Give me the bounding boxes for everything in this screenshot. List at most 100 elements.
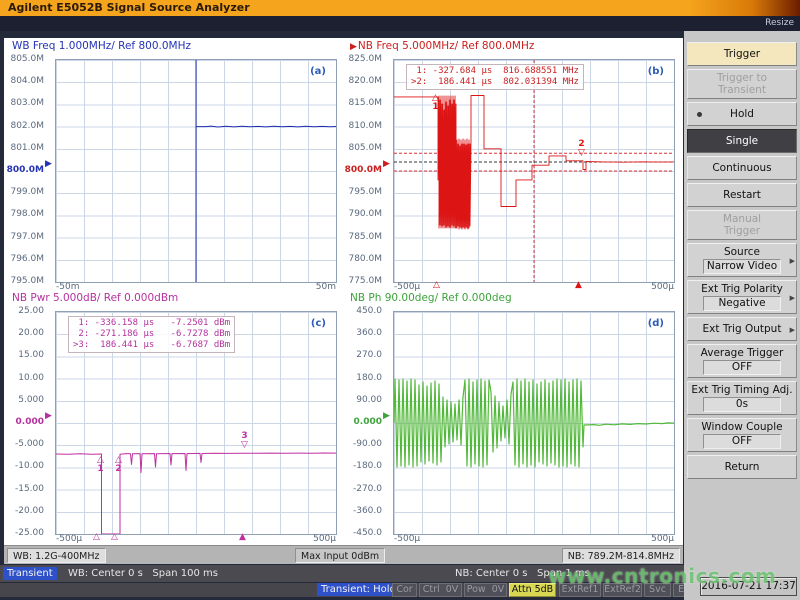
panel-d-title[interactable]: NB Ph 90.00deg/ Ref 0.000deg [350, 292, 512, 304]
marker-readout-line: >3: 186.441 µs -6.7687 dBm [73, 340, 230, 350]
window-title: Agilent E5052B Signal Source Analyzer [0, 0, 800, 16]
manual-trigger-button[interactable]: Manual Trigger [687, 210, 797, 240]
y-ref-label: 0.000 [342, 417, 382, 427]
marker-number: 2 [115, 465, 121, 474]
nb-range-label: NB: 789.2M-814.8MHz [562, 548, 680, 563]
extref1-indicator: ExtRef1 [559, 583, 601, 597]
softkey-label: Return [725, 461, 760, 473]
y-tick-label: 270.0 [342, 350, 382, 360]
softkey-label: Trigger [724, 225, 760, 237]
y-tick-label: 796.0M [4, 254, 44, 264]
ref-arrow-icon: ▶ [383, 159, 390, 170]
transient-hold-badge: Transient: Hold [317, 583, 400, 596]
y-tick-label: 815.0M [342, 98, 382, 108]
softkey-label: Hold [730, 108, 754, 120]
y-tick-label: -25.00 [4, 528, 44, 538]
marker-readout-line: 1: -336.158 µs -7.2501 dBm [73, 318, 230, 328]
marker-number: 1 [432, 103, 438, 112]
marker-readout: 1: -336.158 µs -7.2501 dBm 2: -271.186 µ… [68, 316, 235, 353]
ref-arrow-icon: ▶ [45, 411, 52, 422]
submenu-arrow-icon: ▶ [790, 324, 795, 336]
marker-number: 1 [97, 465, 103, 474]
y-tick-label: -20.00 [4, 506, 44, 516]
restart-button[interactable]: Restart [687, 183, 797, 207]
marker-axis-icon: △ [433, 280, 440, 290]
marker-3-flag: 3 ▽ [241, 432, 248, 450]
softkey-value: OFF [703, 360, 781, 375]
marker-1-flag: △ 1 [97, 456, 104, 474]
panel-b-title[interactable]: ▶NB Freq 5.000MHz/ Ref 800.0MHz [350, 40, 534, 52]
y-tick-label: 798.0M [4, 209, 44, 219]
submenu-arrow-icon: ▶ [790, 255, 795, 267]
window-couple-button[interactable]: Window Couple OFF [687, 418, 797, 452]
ext-trig-output-button[interactable]: Ext Trig Output ▶ [687, 317, 797, 341]
x-tick-label: -500µ [56, 534, 82, 544]
marker-2-flag: 2 ▽ [578, 140, 585, 158]
marker-readout-line: 2: -271.186 µs -6.7278 dBm [73, 329, 230, 339]
marker-axis-icon: ▲ [239, 532, 246, 542]
return-button[interactable]: Return [687, 455, 797, 479]
resize-button[interactable]: Resize [765, 18, 794, 28]
plot-area-d: (d) [393, 311, 675, 535]
y-tick-label: 825.0M [342, 54, 382, 64]
y-tick-label: 785.0M [342, 232, 382, 242]
panel-a-title[interactable]: WB Freq 1.000MHz/ Ref 800.0MHz [12, 40, 191, 52]
active-trace-arrow-icon: ▶ [350, 42, 357, 52]
y-tick-label: 15.00 [4, 350, 44, 360]
softkey-label: Trigger [724, 48, 760, 60]
marker-1-flag: △ 1 [432, 94, 439, 112]
trigger-to-transient-button[interactable]: Trigger to Transient [687, 69, 797, 99]
y-tick-label: 820.0M [342, 76, 382, 86]
panel-a-y-axis: 805.0M 804.0M 803.0M 802.0M 801.0M 800.0… [4, 59, 54, 281]
panel-a-corner-label: (a) [310, 66, 326, 77]
softkey-value: 0s [703, 397, 781, 412]
band-status-bar: WB: 1.2G-400MHz Max Input 0dBm NB: 789.2… [4, 545, 683, 564]
panel-c-corner-label: (c) [311, 318, 326, 329]
marker-axis-icon: △ [111, 532, 118, 542]
hold-button[interactable]: Hold [687, 102, 797, 126]
marker-axis-icon: ▲ [575, 280, 582, 290]
marker-readout-line: 1: -327.684 µs 816.688551 MHz [411, 66, 579, 76]
softkey-menu: Trigger Trigger to Transient Hold Single… [684, 31, 800, 600]
softkey-label: Continuous [712, 162, 771, 174]
y-ref-label: 800.0M [4, 165, 44, 175]
pow-indicator: Pow 0V [464, 583, 507, 597]
instrument-status-bar: Transient: Hold Cor Ctrl 0V Pow 0V Attn … [0, 583, 699, 597]
marker-axis-icon: △ [93, 532, 100, 542]
sweep-status-bar: Transient WB: Center 0 s Span 100 ms NB:… [0, 565, 684, 582]
softkey-label: Average Trigger [701, 347, 784, 359]
softkey-label: Ext Trig Timing Adj. [691, 384, 792, 396]
source-button[interactable]: Source Narrow Video ▶ [687, 243, 797, 277]
wb-range-label: WB: 1.2G-400MHz [7, 548, 106, 563]
ext-trig-polarity-button[interactable]: Ext Trig Polarity Negative ▶ [687, 280, 797, 314]
ext-trig-timing-adj-button[interactable]: Ext Trig Timing Adj. 0s [687, 381, 797, 415]
softkey-value: OFF [703, 434, 781, 449]
y-tick-label: 795.0M [4, 276, 44, 286]
softkey-label: Single [726, 135, 758, 147]
softkey-label: Manual [723, 213, 761, 225]
y-tick-label: 790.0M [342, 209, 382, 219]
single-button[interactable]: Single [687, 129, 797, 153]
y-tick-label: 780.0M [342, 254, 382, 264]
softkey-label: Restart [723, 189, 761, 201]
submenu-arrow-icon: ▶ [790, 292, 795, 304]
y-tick-label: -270.0 [342, 484, 382, 494]
wb-sweep-label: WB: Center 0 s Span 100 ms [68, 565, 218, 582]
y-tick-label: 5.000 [4, 395, 44, 405]
panel-c-y-axis: 25.00 20.00 15.00 10.00 5.000 0.000 -5.0… [4, 311, 54, 533]
y-tick-label: 805.0M [342, 143, 382, 153]
y-tick-label: 795.0M [342, 187, 382, 197]
extref2-indicator: ExtRef2 [603, 583, 642, 597]
average-trigger-button[interactable]: Average Trigger OFF [687, 344, 797, 378]
continuous-button[interactable]: Continuous [687, 156, 797, 180]
trigger-menu-title[interactable]: Trigger [687, 42, 797, 66]
softkey-label: Ext Trig Polarity [701, 283, 783, 295]
x-tick-label: 500µ [651, 534, 674, 544]
marker-triangle-icon: ▽ [241, 441, 248, 450]
panel-c-title[interactable]: NB Pwr 5.000dB/ Ref 0.000dBm [12, 292, 178, 304]
panel-nb-freq: ▶NB Freq 5.000MHz/ Ref 800.0MHz 825.0M 8… [342, 38, 680, 290]
y-tick-label: 810.0M [342, 121, 382, 131]
marker-2-flag: △ 2 [115, 456, 122, 474]
softkey-value: Narrow Video [703, 259, 781, 274]
panel-b-corner-label: (b) [648, 66, 664, 77]
